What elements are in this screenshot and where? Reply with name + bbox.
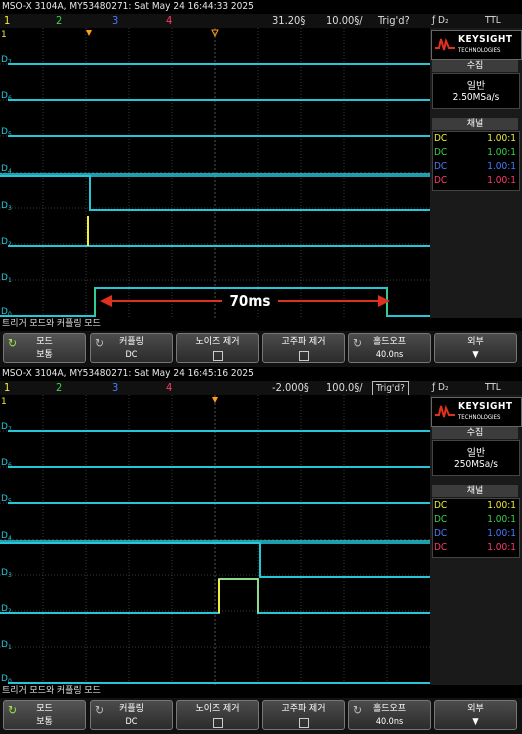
time-scale[interactable]: 10.00§/ — [326, 14, 363, 28]
logo-text: KEYSIGHT — [458, 34, 513, 45]
header-bar: MSO-X 3104A, MY53480271: Sat May 24 16:4… — [0, 367, 522, 381]
channel-panel-header[interactable]: 채널 — [432, 118, 518, 130]
checkbox-icon — [298, 718, 309, 728]
channel-row-1[interactable]: DC 1.00:1 — [432, 499, 518, 513]
softkey-hf-reject[interactable]: 고주파 제거 — [262, 700, 345, 730]
softkey-hf-reject[interactable]: 고주파 제거 — [262, 333, 345, 363]
softkey-noise-reject[interactable]: 노이즈 제거 — [176, 700, 259, 730]
trigger-info: ƒ D₂ TTL — [430, 381, 522, 395]
trigger-status: Trig'd? — [378, 14, 410, 27]
logo-subtext: TECHNOLOGIES — [458, 414, 501, 421]
rotate-knob-icon: ↻ — [353, 336, 363, 350]
channel-1-number[interactable]: 1 — [4, 381, 10, 395]
trigger-info: ƒ D₂ TTL — [430, 14, 522, 28]
channel-status-bar: 1 2 3 4 -2.000§ 100.0§/ Trig'd? — [0, 381, 430, 397]
channel-status-bar: 1 2 3 4 31.20§ 10.00§/ Trig'd? — [0, 14, 430, 28]
acquire-mode: 일반 — [466, 448, 486, 459]
channel-row-2[interactable]: DC 1.00:1 — [432, 146, 518, 160]
channel-row-3[interactable]: DC 1.00:1 — [432, 527, 518, 541]
channel-3-number[interactable]: 3 — [112, 14, 118, 28]
softkey-mode[interactable]: ↻ 모드 보통 — [3, 333, 86, 363]
channel-2-number[interactable]: 2 — [56, 14, 62, 28]
trigger-source[interactable]: ƒ D₂ — [432, 14, 449, 28]
keysight-logo: KEYSIGHT TECHNOLOGIES — [431, 30, 522, 60]
channel-1-number[interactable]: 1 — [4, 14, 10, 28]
softkey-noise-reject[interactable]: 노이즈 제거 — [176, 333, 259, 363]
channel-2-number[interactable]: 2 — [56, 381, 62, 395]
waveform-grid: D7 D6 D5 D4 D3 D2 D1 D0 1 — [0, 28, 430, 318]
time-reference[interactable]: 31.20§ — [272, 14, 305, 28]
acquire-header[interactable]: 수집 — [432, 60, 518, 72]
instrument-header: MSO-X 3104A, MY53480271: Sat May 24 16:4… — [2, 1, 254, 12]
arrow-down-icon: ▼ — [472, 350, 479, 360]
logo-text: KEYSIGHT — [458, 401, 513, 412]
softkey-external[interactable]: 외부 ▼ — [434, 700, 517, 730]
rotate-knob-icon: ↻ — [95, 703, 105, 717]
scope-screen-1: MSO-X 3104A, MY53480271: Sat May 24 16:4… — [0, 0, 522, 367]
channel-3-number[interactable]: 3 — [112, 381, 118, 395]
softkey-external[interactable]: 외부 ▼ — [434, 333, 517, 363]
channel-panel-header[interactable]: 채널 — [432, 485, 518, 497]
keysight-wave-icon — [435, 404, 455, 418]
rotate-knob-icon: ↻ — [353, 703, 363, 717]
trigger-source[interactable]: ƒ D₂ — [432, 381, 449, 395]
channel-4-number[interactable]: 4 — [166, 14, 172, 28]
keysight-logo: KEYSIGHT TECHNOLOGIES — [431, 397, 522, 427]
rotate-knob-icon: ↻ — [8, 703, 18, 717]
channel-4-number[interactable]: 4 — [166, 381, 172, 395]
softkey-menu-title: 트리거 모드와 커플링 모드 — [0, 318, 522, 331]
channel-row-4[interactable]: DC 1.00:1 — [432, 174, 518, 188]
svg-text:1: 1 — [1, 30, 7, 40]
channel-row-3[interactable]: DC 1.00:1 — [432, 160, 518, 174]
instrument-header: MSO-X 3104A, MY53480271: Sat May 24 16:4… — [2, 368, 254, 379]
checkbox-icon — [212, 351, 223, 361]
measurement-label: 70ms — [229, 292, 271, 310]
rotate-knob-icon: ↻ — [95, 336, 105, 350]
keysight-wave-icon — [435, 37, 455, 51]
softkey-bar: ↻ 모드 보통 ↻ 커플링 DC 노이즈 제거 고주파 제거 ↻ 홀드오프 40.0ns 외… — [0, 331, 522, 367]
acquire-header[interactable]: 수집 — [432, 427, 518, 439]
softkey-mode[interactable]: ↻ 모드 보통 — [3, 700, 86, 730]
trigger-level[interactable]: TTL — [485, 14, 501, 28]
trace-d4 — [0, 173, 430, 177]
acquire-mode: 일반 — [466, 81, 486, 92]
arrow-down-icon: ▼ — [472, 717, 479, 727]
softkey-coupling[interactable]: ↻ 커플링 DC — [90, 700, 173, 730]
time-reference[interactable]: -2.000§ — [272, 381, 309, 395]
channel-row-4[interactable]: DC 1.00:1 — [432, 541, 518, 555]
header-bar: MSO-X 3104A, MY53480271: Sat May 24 16:4… — [0, 0, 522, 14]
trigger-level[interactable]: TTL — [485, 381, 501, 395]
rotate-knob-icon: ↻ — [8, 336, 18, 350]
softkey-coupling[interactable]: ↻ 커플링 DC — [90, 333, 173, 363]
acquire-panel[interactable]: 일반 2.50MSa/s — [432, 73, 520, 109]
acquire-panel[interactable]: 일반 250MSa/s — [432, 440, 520, 476]
scope-screen-2: MSO-X 3104A, MY53480271: Sat May 24 16:4… — [0, 367, 522, 734]
softkey-holdoff[interactable]: ↻ 홀드오프 40.0ns — [348, 700, 431, 730]
softkey-menu-title: 트리거 모드와 커플링 모드 — [0, 685, 522, 698]
channel-row-2[interactable]: DC 1.00:1 — [432, 513, 518, 527]
trace-d4 — [0, 540, 430, 544]
softkey-holdoff[interactable]: ↻ 홀드오프 40.0ns — [348, 333, 431, 363]
sample-rate: 250MSa/s — [454, 459, 498, 470]
time-scale[interactable]: 100.0§/ — [326, 381, 363, 395]
checkbox-icon — [212, 718, 223, 728]
sample-rate: 2.50MSa/s — [452, 92, 500, 103]
svg-text:1: 1 — [1, 397, 7, 407]
logo-subtext: TECHNOLOGIES — [458, 47, 501, 54]
channel-row-1[interactable]: DC 1.00:1 — [432, 132, 518, 146]
checkbox-icon — [298, 351, 309, 361]
softkey-bar: ↻ 모드 보통 ↻ 커플링 DC 노이즈 제거 고주파 제거 ↻ 홀드오프 40.0ns 외… — [0, 698, 522, 734]
waveform-grid: D7 D6 D5 D4 D3 D2 D1 D0 1 — [0, 395, 430, 685]
